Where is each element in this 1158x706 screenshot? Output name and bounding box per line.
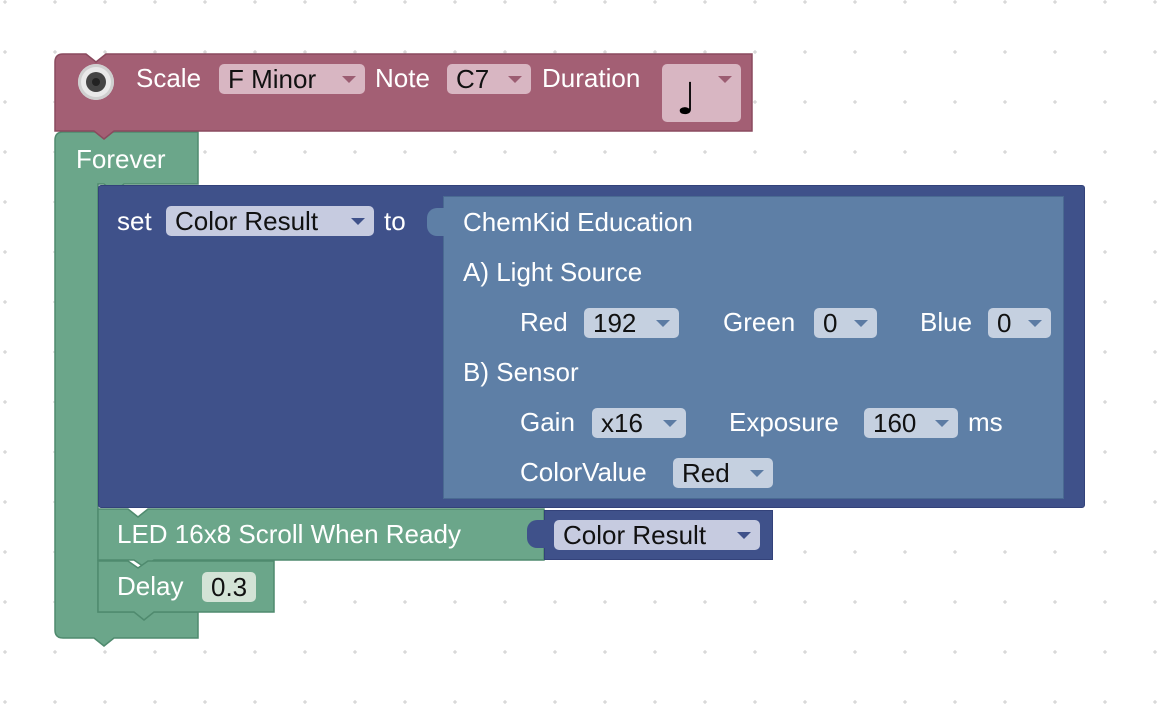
delay-input[interactable]: 0.3 — [202, 572, 257, 602]
scale-dropdown[interactable]: F Minor — [219, 64, 365, 94]
red-label: Red — [520, 307, 568, 337]
set-variable-value: Color Result — [175, 206, 319, 236]
colorvalue-dropdown-value: Red — [682, 458, 730, 488]
exposure-unit: ms — [968, 407, 1003, 437]
speaker-icon — [78, 64, 114, 100]
sensor-label: B) Sensor — [463, 357, 579, 387]
to-label: to — [384, 206, 406, 236]
exposure-label: Exposure — [729, 407, 839, 437]
blue-dropdown-value: 0 — [997, 308, 1012, 338]
gain-dropdown[interactable]: x16 — [592, 408, 686, 438]
duration-dropdown[interactable]: ♩ — [662, 64, 741, 122]
set-label: set — [117, 206, 152, 236]
chevron-down-icon — [718, 76, 732, 83]
gain-label: Gain — [520, 407, 575, 437]
exposure-dropdown[interactable]: 160 — [864, 408, 958, 438]
green-dropdown[interactable]: 0 — [814, 308, 877, 338]
chevron-down-icon — [342, 76, 356, 83]
chevron-down-icon — [508, 76, 522, 83]
chevron-down-icon — [935, 420, 949, 427]
note-label: Note — [375, 63, 430, 93]
set-variable-dropdown[interactable]: Color Result — [166, 206, 374, 236]
chevron-down-icon — [1028, 320, 1042, 327]
led-variable-dropdown[interactable]: Color Result — [554, 520, 760, 550]
scale-label: Scale — [136, 63, 202, 93]
delay-label: Delay — [117, 571, 184, 601]
exposure-dropdown-value: 160 — [873, 408, 917, 438]
note-dropdown-value: C7 — [456, 64, 490, 94]
chevron-down-icon — [854, 320, 868, 327]
green-dropdown-value: 0 — [823, 308, 838, 338]
blue-dropdown[interactable]: 0 — [988, 308, 1051, 338]
chevron-down-icon — [737, 532, 751, 539]
red-dropdown-value: 192 — [593, 308, 637, 338]
gain-dropdown-value: x16 — [601, 408, 643, 438]
red-dropdown[interactable]: 192 — [584, 308, 679, 338]
led-scroll-label: LED 16x8 Scroll When Ready — [117, 519, 461, 549]
quarter-note-icon: ♩ — [676, 74, 697, 125]
chevron-down-icon — [656, 320, 670, 327]
forever-label: Forever — [76, 144, 166, 174]
colorvalue-dropdown[interactable]: Red — [673, 458, 773, 488]
note-dropdown[interactable]: C7 — [447, 64, 531, 94]
led-variable-value: Color Result — [563, 520, 707, 550]
blue-label: Blue — [920, 307, 973, 337]
chevron-down-icon — [750, 470, 764, 477]
chevron-down-icon — [351, 218, 365, 225]
light-source-label: A) Light Source — [463, 257, 643, 287]
chevron-down-icon — [663, 420, 677, 427]
green-label: Green — [723, 307, 796, 337]
duration-label: Duration — [542, 63, 641, 93]
chemkid-title: ChemKid Education — [463, 207, 693, 237]
scale-dropdown-value: F Minor — [228, 64, 317, 94]
colorvalue-label: ColorValue — [520, 457, 647, 487]
